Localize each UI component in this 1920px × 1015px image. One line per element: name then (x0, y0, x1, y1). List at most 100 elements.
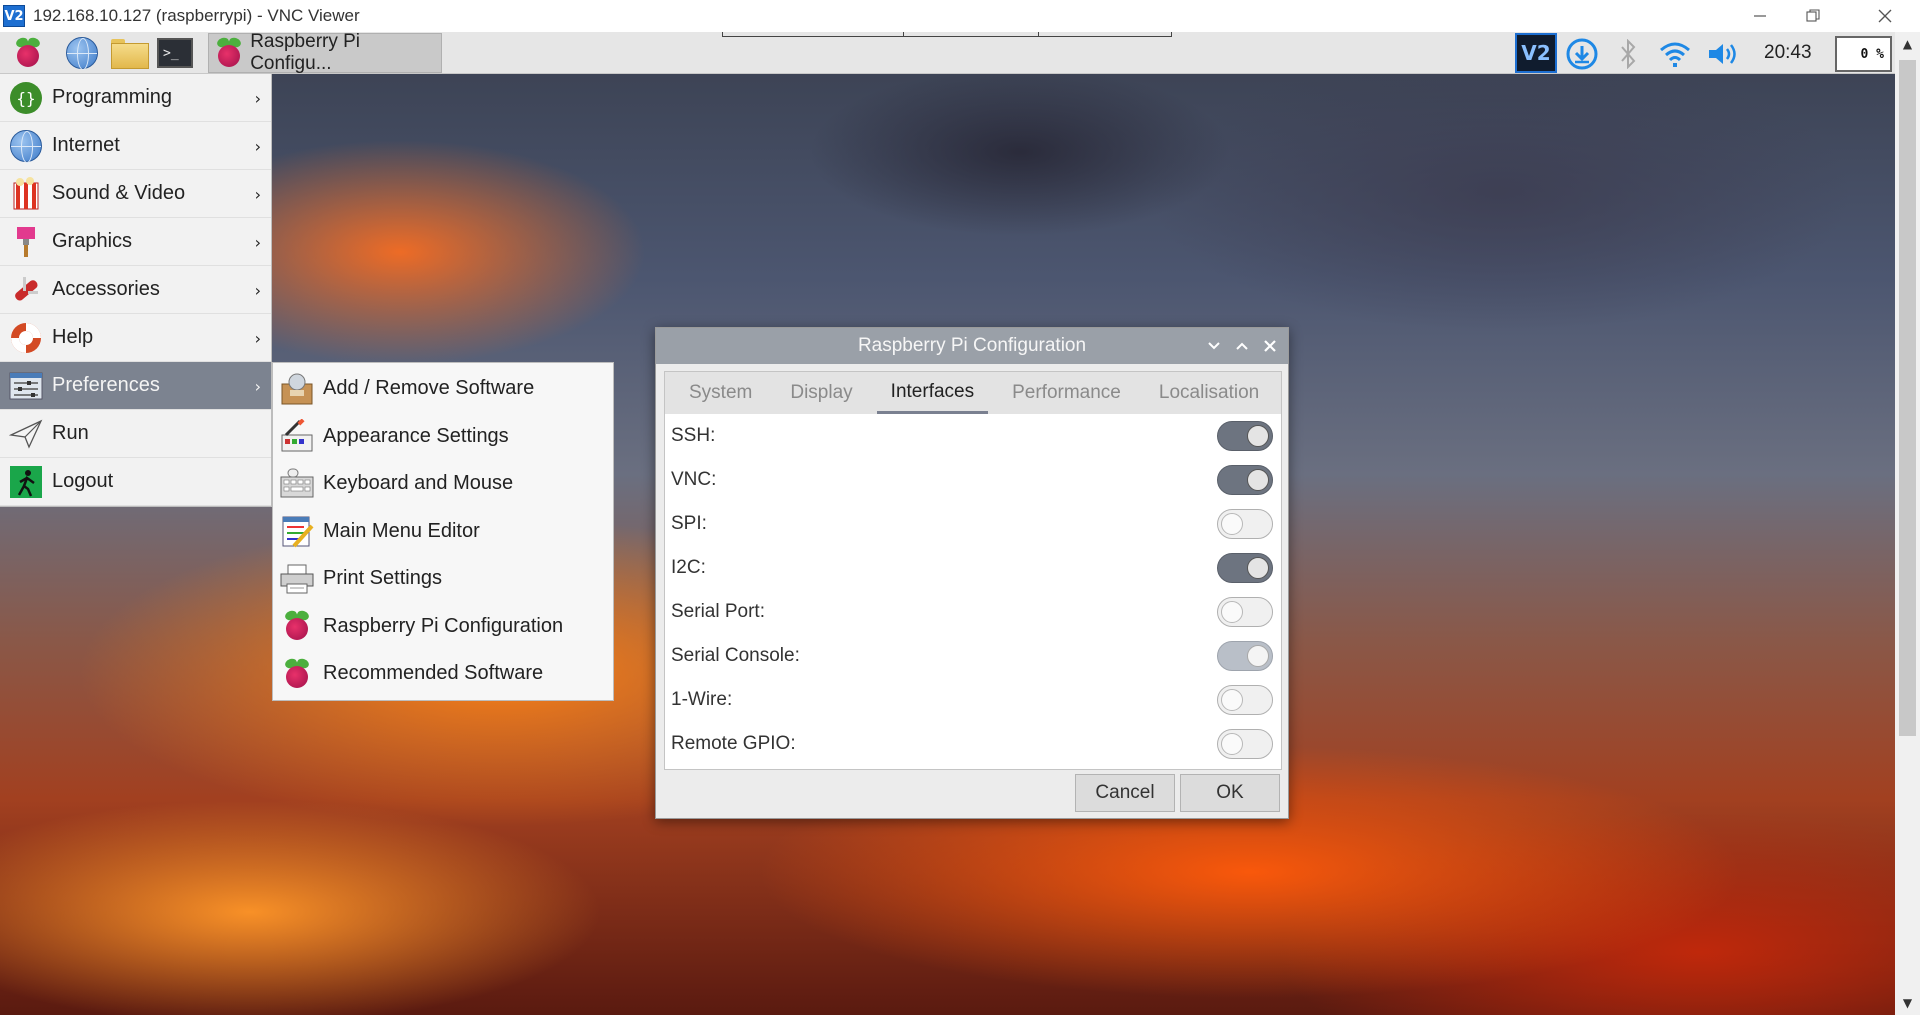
dialog-titlebar[interactable]: Raspberry Pi Configuration (656, 328, 1288, 364)
vertical-scrollbar[interactable]: ▲ ▼ (1895, 32, 1920, 1015)
chevron-right-icon: › (254, 232, 261, 252)
terminal-prompt: >_ (157, 38, 193, 68)
interface-label: Serial Console: (671, 645, 800, 666)
menu-item-label: Run (52, 422, 89, 444)
file-manager-icon[interactable] (108, 35, 150, 71)
menu-item-programming[interactable]: {} Programming › (0, 74, 271, 122)
tab-system[interactable]: System (675, 372, 766, 414)
remote-gpio-toggle[interactable] (1217, 729, 1273, 759)
vnc-viewer-logo-icon: V2 (3, 5, 25, 27)
submenu-item-recommended-software[interactable]: Recommended Software (273, 650, 613, 698)
submenu-item-label: Print Settings (323, 567, 442, 590)
preferences-icon (8, 368, 44, 404)
taskbar-item-label: Raspberry Pi Configu... (250, 31, 361, 74)
internet-icon (8, 128, 44, 164)
dialog-title: Raspberry Pi Configuration (857, 335, 1087, 356)
chevron-down-icon[interactable] (1200, 328, 1228, 364)
restore-icon[interactable] (1778, 0, 1848, 32)
tab-bar: System Display Interfaces Performance Lo… (664, 371, 1282, 415)
bluetooth-icon[interactable] (1612, 38, 1644, 70)
submenu-item-label: Keyboard and Mouse (323, 472, 514, 495)
menu-item-label: Internet (52, 134, 120, 156)
menu-editor-icon (279, 513, 315, 549)
vnc-viewer-titlebar: V2 192.168.10.127 (raspberrypi) - VNC Vi… (0, 0, 1920, 32)
scrollbar-thumb[interactable] (1899, 60, 1916, 736)
tab-display[interactable]: Display (776, 372, 866, 414)
interface-row-ssh: SSH: (665, 414, 1283, 458)
scroll-up-icon[interactable]: ▲ (1895, 32, 1920, 56)
svg-text:{}: {} (16, 89, 35, 108)
cancel-button[interactable]: Cancel (1075, 774, 1175, 812)
chevron-right-icon: › (254, 328, 261, 348)
raspberry-menu-icon[interactable] (8, 35, 48, 71)
interface-label: Serial Port: (671, 601, 765, 622)
taskbar-item-rpi-configuration[interactable]: Raspberry Pi Configu... (208, 31, 442, 74)
interfaces-panel: SSH: VNC: SPI: I2C: Serial Port: Serial … (664, 414, 1282, 770)
panel-spacer-frame (722, 32, 1172, 37)
submenu-item-label: Recommended Software (323, 662, 544, 685)
chevron-up-icon[interactable] (1228, 328, 1256, 364)
interface-row-spi: SPI: (665, 502, 1283, 546)
menu-item-logout[interactable]: Logout (0, 458, 271, 506)
menu-item-internet[interactable]: Internet › (0, 122, 271, 170)
submenu-item-label: Appearance Settings (323, 424, 509, 447)
terminal-icon[interactable]: >_ (154, 35, 196, 71)
menu-item-preferences[interactable]: Preferences › (0, 362, 271, 410)
chevron-right-icon: › (254, 88, 261, 108)
menu-item-label: Programming (52, 86, 173, 108)
menu-item-label: Logout (52, 470, 114, 492)
menu-item-accessories[interactable]: Accessories › (0, 266, 271, 314)
menu-item-run[interactable]: Run (0, 410, 271, 458)
chevron-right-icon: › (254, 280, 261, 300)
submenu-item-add-remove-software[interactable]: Add / Remove Software (273, 365, 613, 413)
cpu-monitor[interactable]: 0 % (1835, 36, 1892, 72)
submenu-item-main-menu-editor[interactable]: Main Menu Editor (273, 508, 613, 556)
interface-label: Remote GPIO: (671, 733, 796, 754)
vnc-server-tray-icon[interactable]: V2 (1515, 33, 1557, 73)
chevron-right-icon: › (254, 136, 261, 156)
vnc-toggle[interactable] (1217, 465, 1273, 495)
raspberry-icon (279, 608, 315, 644)
close-icon[interactable] (1850, 0, 1920, 32)
download-update-icon[interactable] (1566, 38, 1598, 70)
one-wire-toggle[interactable] (1217, 685, 1273, 715)
menu-item-label: Sound & Video (52, 182, 186, 204)
spi-toggle[interactable] (1217, 509, 1273, 539)
menu-item-sound-video[interactable]: Sound & Video › (0, 170, 271, 218)
logout-icon (8, 464, 44, 500)
appearance-icon (279, 418, 315, 454)
menu-item-help[interactable]: Help › (0, 314, 271, 362)
interface-label: I2C: (671, 557, 706, 578)
clock[interactable]: 20:43 (1764, 32, 1812, 74)
ok-button[interactable]: OK (1180, 774, 1280, 812)
i2c-toggle[interactable] (1217, 553, 1273, 583)
rpi-configuration-dialog: Raspberry Pi Configuration System Displa… (655, 327, 1289, 819)
web-browser-icon[interactable] (62, 35, 102, 71)
serial-port-toggle[interactable] (1217, 597, 1273, 627)
menu-item-label: Help (52, 326, 94, 348)
submenu-item-keyboard-and-mouse[interactable]: Keyboard and Mouse (273, 460, 613, 508)
interface-row-1-wire: 1-Wire: (665, 678, 1283, 722)
ssh-toggle[interactable] (1217, 421, 1273, 451)
volume-icon[interactable] (1706, 38, 1738, 70)
interface-row-remote-gpio: Remote GPIO: (665, 722, 1283, 766)
wifi-icon[interactable] (1658, 38, 1690, 70)
scroll-down-icon[interactable]: ▼ (1895, 991, 1920, 1015)
serial-console-toggle[interactable] (1217, 641, 1273, 671)
menu-item-label: Preferences (52, 374, 160, 396)
run-icon (8, 416, 44, 452)
main-menu: {} Programming › Internet › Sound & Vide… (0, 74, 272, 507)
submenu-item-appearance-settings[interactable]: Appearance Settings (273, 413, 613, 461)
window-title: 192.168.10.127 (raspberrypi) - VNC Viewe… (33, 6, 360, 25)
tab-interfaces[interactable]: Interfaces (876, 372, 989, 414)
close-icon[interactable] (1256, 328, 1284, 364)
programming-icon: {} (8, 80, 44, 116)
tab-performance[interactable]: Performance (998, 372, 1135, 414)
menu-item-graphics[interactable]: Graphics › (0, 218, 271, 266)
accessories-icon (8, 272, 44, 308)
submenu-item-raspberry-pi-configuration[interactable]: Raspberry Pi Configuration (273, 603, 613, 651)
submenu-item-print-settings[interactable]: Print Settings (273, 555, 613, 603)
interface-row-serial-console: Serial Console: (665, 634, 1283, 678)
tab-localisation[interactable]: Localisation (1145, 372, 1273, 414)
interface-label: SSH: (671, 425, 716, 446)
